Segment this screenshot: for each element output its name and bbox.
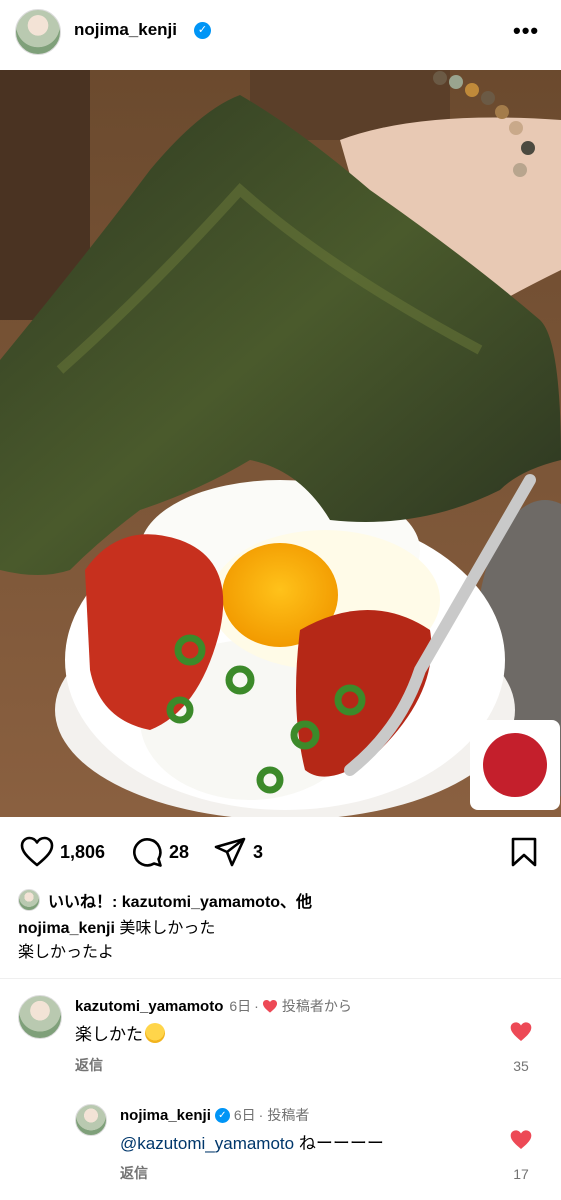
mention-link[interactable]: @kazutomi_yamamoto: [120, 1134, 294, 1153]
comment-like-heart-icon[interactable]: [509, 1129, 533, 1151]
commenter-avatar[interactable]: [75, 1104, 107, 1136]
comment-like-count[interactable]: 17: [506, 1166, 536, 1182]
bookmark-icon[interactable]: [510, 836, 538, 868]
liker-avatar: [18, 889, 40, 911]
comment-like-heart-icon[interactable]: [509, 1021, 533, 1043]
author-badge: 投稿者: [267, 1107, 310, 1123]
verified-badge-icon: ✓: [194, 22, 211, 39]
comment-body: @kazutomi_yamamoto ねーーーー: [120, 1129, 384, 1154]
author-username[interactable]: nojima_kenji: [74, 20, 177, 40]
comment-like-count[interactable]: 35: [506, 1058, 536, 1074]
comment-action[interactable]: 28: [131, 836, 189, 868]
comment-count[interactable]: 28: [169, 842, 189, 863]
caption: nojima_kenji 美味しかった 楽しかったよ: [18, 917, 215, 965]
meta-separator: ·: [254, 998, 259, 1014]
author-avatar[interactable]: [15, 9, 61, 55]
comment-time: 6日: [229, 998, 252, 1014]
commenter-avatar[interactable]: [18, 995, 62, 1039]
comment-text: 楽しかた: [75, 1025, 143, 1044]
meta-separator: ·: [258, 1107, 264, 1123]
liked-by-text[interactable]: いいね！: kazutomi_yamamoto、他: [48, 888, 312, 912]
verified-badge-icon: ✓: [214, 1107, 230, 1123]
divider: [0, 978, 561, 979]
smiling-hugging-face-icon: [145, 1023, 165, 1043]
post-photo[interactable]: [0, 70, 561, 817]
reply-button[interactable]: 返信: [120, 1163, 148, 1183]
caption-username[interactable]: nojima_kenji: [18, 920, 115, 937]
post-header: nojima_kenji ✓ •••: [0, 0, 561, 68]
caption-line-2: 楽しかったよ: [18, 944, 115, 961]
share-action[interactable]: 3: [213, 836, 263, 868]
like-action[interactable]: 1,806: [20, 836, 105, 868]
like-count[interactable]: 1,806: [60, 842, 105, 863]
more-options-icon[interactable]: •••: [513, 18, 539, 44]
author-badge: 投稿者から: [281, 998, 352, 1014]
save-action[interactable]: [510, 836, 538, 868]
comment-time: 6日: [233, 1107, 256, 1123]
caption-line-1: 美味しかった: [119, 920, 216, 937]
comment-icon[interactable]: [131, 836, 163, 868]
liked-by-row[interactable]: いいね！: kazutomi_yamamoto、他: [18, 888, 312, 912]
send-icon[interactable]: [213, 836, 247, 868]
commenter-username[interactable]: kazutomi_yamamoto: [75, 998, 223, 1015]
reply-button[interactable]: 返信: [75, 1055, 103, 1075]
share-count[interactable]: 3: [253, 842, 263, 863]
comment-text: ねーーーー: [298, 1134, 384, 1153]
commenter-username[interactable]: nojima_kenji: [120, 1107, 211, 1124]
comment-body: 楽しかた: [75, 1020, 165, 1045]
heart-icon[interactable]: [20, 836, 54, 868]
author-liked-heart-icon: [262, 999, 277, 1013]
action-bar: 1,806 28 3: [0, 830, 561, 874]
